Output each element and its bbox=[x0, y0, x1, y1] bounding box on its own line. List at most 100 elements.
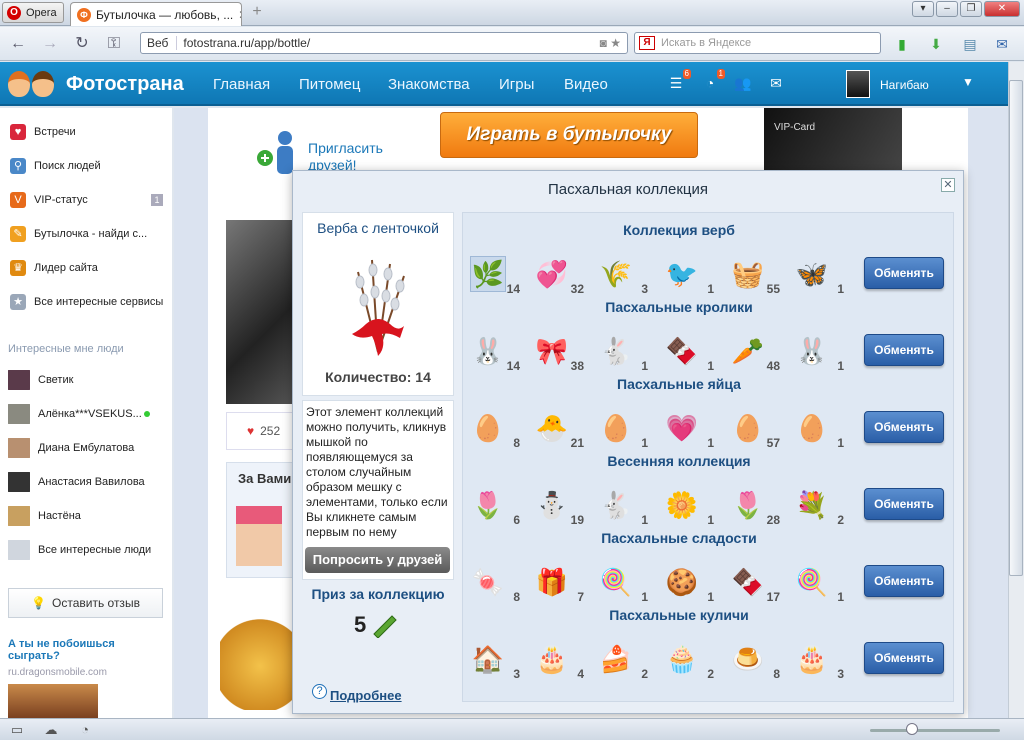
collection-item[interactable]: 🥚 1 bbox=[590, 406, 656, 450]
tab-close-icon[interactable]: ✕ bbox=[238, 8, 241, 22]
follower-avatar[interactable] bbox=[236, 506, 282, 566]
opera-menu-button[interactable]: O Opera bbox=[2, 2, 64, 23]
collection-item[interactable]: 🎁 7 bbox=[526, 560, 592, 604]
person-item[interactable]: Алёнка***VSEKUS... bbox=[8, 404, 166, 424]
collection-item[interactable]: 🎂 4 bbox=[526, 637, 592, 681]
sidebar-item-meetings[interactable]: ♥ Встречи bbox=[10, 122, 168, 142]
ad-url[interactable]: ru.dragonsmobile.com bbox=[8, 667, 107, 678]
ad-title[interactable]: А ты не побоишься сыграть? bbox=[8, 638, 158, 662]
speed-dial-icon[interactable]: ◔ bbox=[76, 722, 94, 738]
nav-video[interactable]: Видео bbox=[564, 76, 608, 93]
exchange-button[interactable]: Обменять bbox=[864, 257, 944, 289]
collection-item[interactable]: 🥕 48 bbox=[722, 329, 788, 373]
scrollbar-thumb[interactable] bbox=[1009, 80, 1023, 576]
collection-item[interactable]: 🐇 1 bbox=[590, 483, 656, 527]
collection-item[interactable]: 🦋 1 bbox=[786, 252, 852, 296]
ad-image[interactable] bbox=[8, 684, 98, 718]
collection-item[interactable]: 🍬 8 bbox=[462, 560, 528, 604]
minimize-button[interactable]: – bbox=[936, 1, 958, 17]
collection-item[interactable]: 🌷 28 bbox=[722, 483, 788, 527]
notifications-icon[interactable]: ◔ 1 bbox=[701, 69, 725, 91]
collection-item[interactable]: 🍮 8 bbox=[722, 637, 788, 681]
exchange-button[interactable]: Обменять bbox=[864, 642, 944, 674]
collection-item[interactable]: 🧁 2 bbox=[656, 637, 722, 681]
collection-item[interactable]: 🍭 1 bbox=[786, 560, 852, 604]
user-avatar[interactable] bbox=[846, 70, 870, 98]
zoom-slider[interactable] bbox=[870, 729, 1000, 732]
collection-item[interactable]: 🌾 3 bbox=[590, 252, 656, 296]
friends-icon[interactable]: 👥 bbox=[734, 75, 752, 91]
page-icon[interactable]: ▤ bbox=[960, 35, 980, 53]
nav-pet[interactable]: Питомец bbox=[299, 76, 360, 93]
exchange-button[interactable]: Обменять bbox=[864, 334, 944, 366]
collection-item[interactable]: 🥚 57 bbox=[722, 406, 788, 450]
collection-item[interactable]: 🍪 1 bbox=[656, 560, 722, 604]
yandex-search-input[interactable]: Я Искать в Яндексе bbox=[634, 32, 881, 54]
forward-icon[interactable]: → bbox=[40, 35, 60, 53]
invite-friends-link[interactable]: Пригласить друзей! bbox=[308, 140, 408, 174]
collection-item[interactable]: 🐦 1 bbox=[656, 252, 722, 296]
sidebar-item-search[interactable]: ⚲ Поиск людей bbox=[10, 156, 168, 176]
collection-item[interactable]: 🍫 1 bbox=[656, 329, 722, 373]
likes-counter[interactable]: ♥ 252 bbox=[226, 412, 296, 450]
download-icon[interactable]: ⬇ bbox=[926, 35, 946, 53]
more-info-link[interactable]: Подробнее bbox=[330, 688, 402, 703]
close-window-button[interactable]: ✕ bbox=[984, 1, 1020, 17]
collection-item[interactable]: 🍭 1 bbox=[590, 560, 656, 604]
feedback-button[interactable]: 💡 Оставить отзыв bbox=[8, 588, 163, 618]
reload-icon[interactable]: ↻ bbox=[72, 35, 92, 53]
collection-item[interactable]: 🎂 3 bbox=[786, 637, 852, 681]
collection-item[interactable]: 🎀 38 bbox=[526, 329, 592, 373]
address-field[interactable]: Веб fotostrana.ru/app/bottle/ ◙ ★ bbox=[140, 32, 628, 54]
exchange-button[interactable]: Обменять bbox=[864, 565, 944, 597]
collection-item[interactable]: 🐣 21 bbox=[526, 406, 592, 450]
person-item[interactable]: Диана Ембулатова bbox=[8, 438, 166, 458]
collection-item[interactable]: 🥚 8 bbox=[462, 406, 528, 450]
person-item[interactable]: Светик bbox=[8, 370, 166, 390]
collection-item[interactable]: 💞 32 bbox=[526, 252, 592, 296]
exchange-button[interactable]: Обменять bbox=[864, 411, 944, 443]
collection-item[interactable]: 🐰 1 bbox=[786, 329, 852, 373]
user-menu-chevron-icon[interactable]: ▼ bbox=[962, 75, 974, 89]
signal-bars-icon[interactable]: ▮ bbox=[892, 35, 912, 53]
collection-item[interactable]: 🍰 2 bbox=[590, 637, 656, 681]
back-icon[interactable]: ← bbox=[8, 35, 28, 53]
help-icon[interactable]: ? bbox=[312, 684, 327, 699]
collection-item[interactable]: 🥚 1 bbox=[786, 406, 852, 450]
collection-item[interactable]: 🌷 6 bbox=[462, 483, 528, 527]
site-logo[interactable]: Фотострана bbox=[6, 66, 184, 102]
collection-item[interactable]: 🐇 1 bbox=[590, 329, 656, 373]
collection-item[interactable]: 🍫 17 bbox=[722, 560, 788, 604]
collection-item[interactable]: 🏠 3 bbox=[462, 637, 528, 681]
collection-item[interactable]: 🧺 55 bbox=[722, 252, 788, 296]
ask-friends-button[interactable]: Попросить у друзей bbox=[305, 547, 450, 573]
person-item[interactable]: Настёна bbox=[8, 506, 166, 526]
browser-tab[interactable]: Ф Бутылочка — любовь, ... ✕ bbox=[70, 2, 242, 26]
exchange-button[interactable]: Обменять bbox=[864, 488, 944, 520]
collection-item[interactable]: 🌼 1 bbox=[656, 483, 722, 527]
rss-star-icons[interactable]: ◙ ★ bbox=[600, 36, 621, 50]
username[interactable]: Нагибаю bbox=[880, 78, 929, 92]
panel-toggle-icon[interactable]: ▭ bbox=[8, 722, 26, 738]
play-bottle-button[interactable]: Играть в бутылочку bbox=[440, 112, 698, 158]
nav-games[interactable]: Игры bbox=[499, 76, 534, 93]
tab-list-button[interactable]: ▾ bbox=[912, 1, 934, 17]
zoom-slider-knob[interactable] bbox=[906, 723, 918, 735]
close-icon[interactable]: ✕ bbox=[941, 178, 955, 192]
restore-button[interactable]: ❐ bbox=[960, 1, 982, 17]
collection-item[interactable]: ⛄ 19 bbox=[526, 483, 592, 527]
messages-icon[interactable]: ✉ bbox=[767, 75, 785, 91]
vip-card-banner[interactable]: VIP-Card bbox=[764, 108, 902, 172]
mail-icon[interactable]: ✉ bbox=[992, 35, 1012, 53]
sidebar-item-bottle[interactable]: ✎ Бутылочка - найди с... bbox=[10, 224, 168, 244]
collection-item[interactable]: 🐰 14 bbox=[462, 329, 528, 373]
all-interesting-people-link[interactable]: Все интересные люди bbox=[8, 540, 166, 560]
sidebar-item-all-services[interactable]: ★ Все интересные сервисы bbox=[10, 292, 168, 312]
collection-item[interactable]: 🌿 14 bbox=[462, 252, 528, 296]
cloud-icon[interactable]: ☁ bbox=[42, 722, 60, 738]
collection-item[interactable]: 💐 2 bbox=[786, 483, 852, 527]
nav-home[interactable]: Главная bbox=[213, 76, 270, 93]
nav-dating[interactable]: Знакомства bbox=[388, 76, 470, 93]
feed-icon[interactable]: ☰ 6 bbox=[667, 69, 691, 91]
new-tab-button[interactable]: + bbox=[248, 4, 266, 22]
